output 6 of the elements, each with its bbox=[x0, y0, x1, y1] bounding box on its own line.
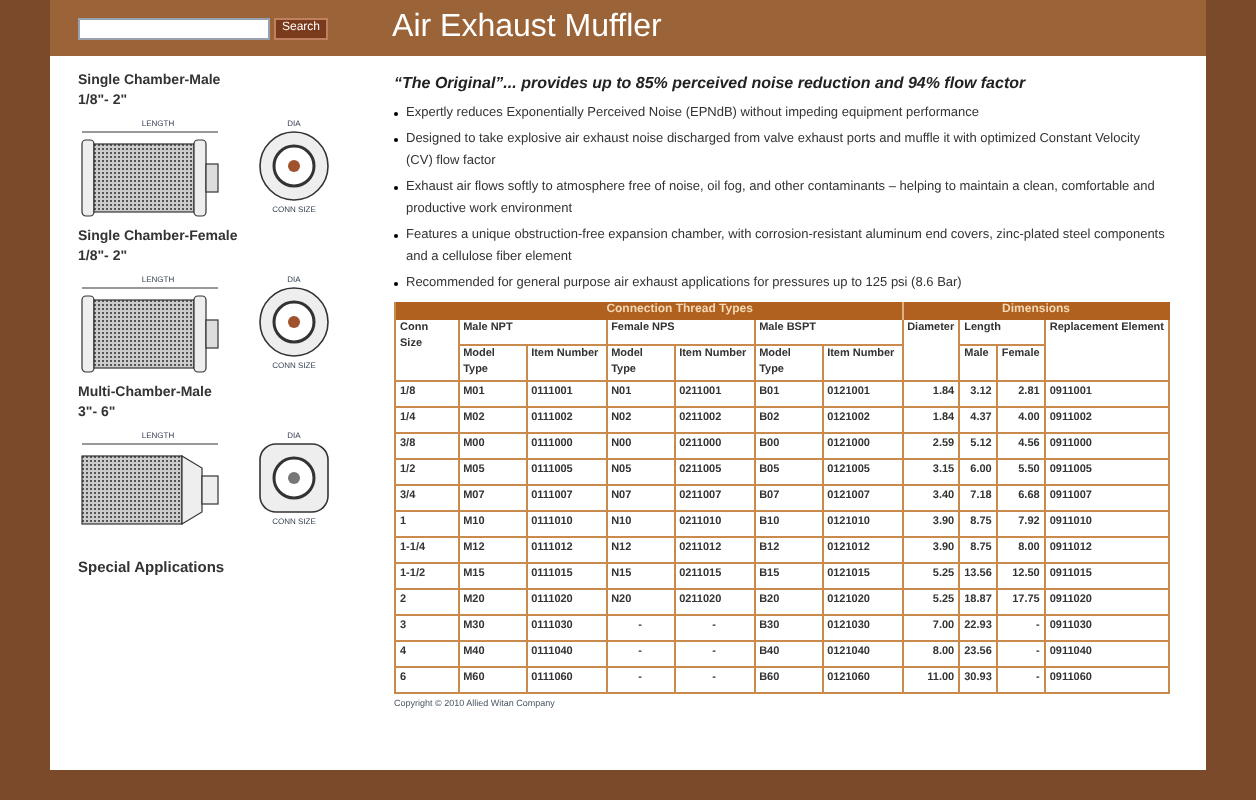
muffler-end-drawing bbox=[256, 128, 332, 204]
muffler-end-drawing bbox=[256, 440, 332, 516]
page-title: Air Exhaust Muffler bbox=[392, 8, 662, 48]
search-field[interactable] bbox=[78, 17, 270, 39]
muffler-end-drawing bbox=[256, 284, 332, 360]
headline: “The Original”... provides up to 85% perceived noise reduction and 94% flow factor bbox=[394, 72, 1028, 96]
